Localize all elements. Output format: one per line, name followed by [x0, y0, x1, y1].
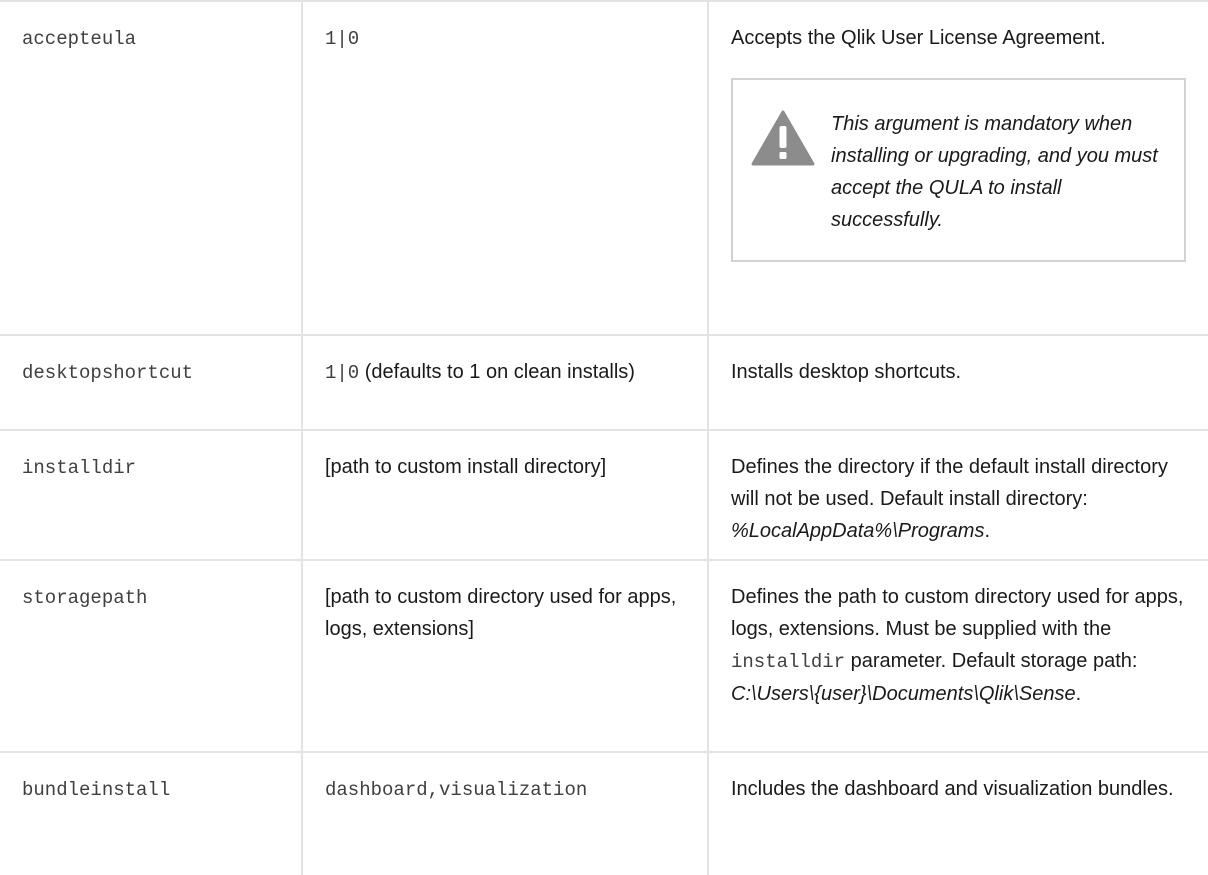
- description-text: Installs desktop shortcuts.: [731, 361, 962, 383]
- description-end: .: [1075, 683, 1082, 705]
- install-arguments-table: accepteula 1|0 Accepts the Qlik User Lic…: [0, 0, 1208, 875]
- warning-triangle-icon: [751, 110, 815, 166]
- value-cell: [path to custom install directory]: [301, 430, 708, 561]
- argument-name: installdir: [22, 457, 137, 479]
- description-text: Accepts the Qlik User License Agreement.: [731, 27, 1106, 49]
- argument-cell: desktopshortcut: [0, 335, 302, 431]
- value-cell: dashboard,visualization: [301, 752, 708, 875]
- description-cell: Defines the path to custom directory use…: [707, 560, 1208, 753]
- argument-name: bundleinstall: [22, 779, 171, 801]
- warning-box: This argument is mandatory when installi…: [731, 78, 1186, 262]
- description-cell: Defines the directory if the default ins…: [707, 430, 1208, 561]
- value-cell: 1|0 (defaults to 1 on clean installs): [301, 335, 708, 431]
- table-row: accepteula 1|0 Accepts the Qlik User Lic…: [0, 0, 1208, 336]
- argument-name: storagepath: [22, 587, 148, 609]
- description-mid: parameter. Default storage path:: [845, 650, 1138, 672]
- value-code: dashboard,visualization: [325, 779, 588, 801]
- description-cell: Accepts the Qlik User License Agreement.…: [707, 0, 1208, 336]
- argument-cell: bundleinstall: [0, 752, 302, 875]
- value-code: 1|0: [325, 362, 360, 384]
- value-text: [path to custom install directory]: [325, 456, 607, 478]
- table-row: bundleinstall dashboard,visualization In…: [0, 752, 1208, 875]
- description-path: C:\Users\{user}\Documents\Qlik\Sense: [731, 683, 1076, 705]
- table-row: storagepath [path to custom directory us…: [0, 560, 1208, 753]
- description-cell: Includes the dashboard and visualization…: [707, 752, 1208, 875]
- value-cell: 1|0: [301, 0, 708, 336]
- description-text: Includes the dashboard and visualization…: [731, 778, 1174, 800]
- description-text: Defines the path to custom directory use…: [731, 586, 1184, 640]
- table-row: desktopshortcut 1|0 (defaults to 1 on cl…: [0, 335, 1208, 431]
- description-code: installdir: [731, 651, 846, 673]
- table-row: installdir [path to custom install direc…: [0, 430, 1208, 561]
- description-end: .: [984, 520, 991, 542]
- argument-name: desktopshortcut: [22, 362, 194, 384]
- argument-cell: storagepath: [0, 560, 302, 753]
- argument-name: accepteula: [22, 28, 137, 50]
- description-text: Defines the directory if the default ins…: [731, 456, 1168, 510]
- value-text: [path to custom directory used for apps,…: [325, 586, 677, 640]
- argument-cell: accepteula: [0, 0, 302, 336]
- value-cell: [path to custom directory used for apps,…: [301, 560, 708, 753]
- value-code: 1|0: [325, 28, 360, 50]
- argument-cell: installdir: [0, 430, 302, 561]
- description-cell: Installs desktop shortcuts.: [707, 335, 1208, 431]
- description-path: %LocalAppData%\Programs: [731, 520, 985, 542]
- warning-text: This argument is mandatory when installi…: [831, 113, 1158, 231]
- value-text: (defaults to 1 on clean installs): [359, 361, 635, 383]
